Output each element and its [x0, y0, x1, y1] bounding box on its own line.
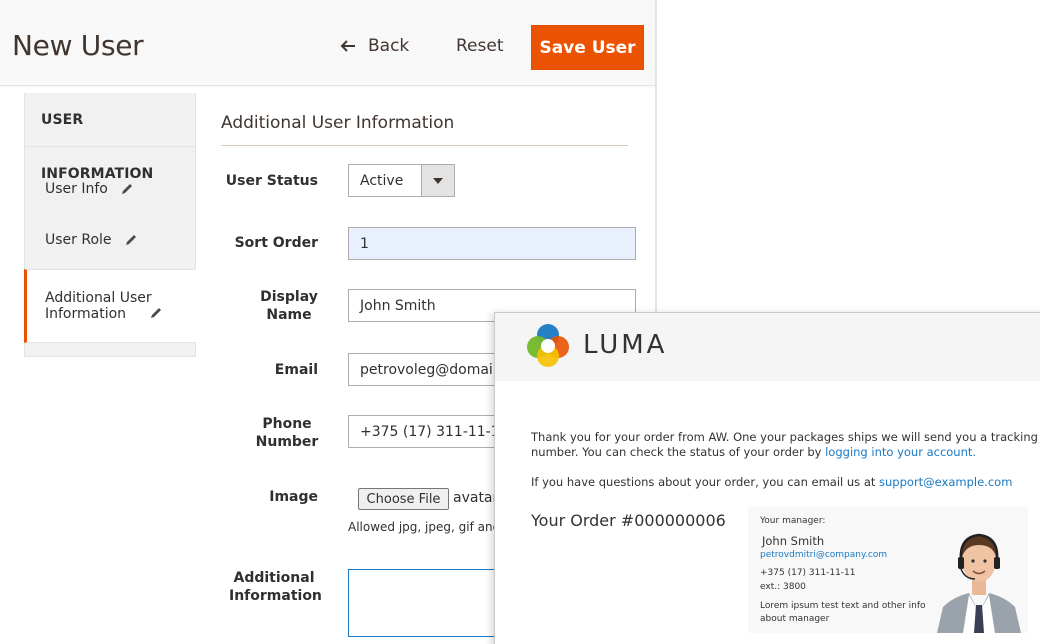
pencil-icon [121, 184, 132, 194]
sidebar-item-user-role[interactable]: User Role [25, 211, 195, 269]
sidebar-item-additional-user-information[interactable]: Additional User Information [24, 269, 196, 343]
pencil-icon [125, 235, 136, 245]
phone-number-label: Phone Number [178, 415, 319, 451]
sidebar-item-user-info[interactable]: User Info [25, 147, 195, 211]
manager-ext: ext.: 3800 [760, 582, 806, 592]
reset-button[interactable]: Reset [456, 36, 504, 56]
phone-number-label-text: Phone Number [255, 416, 319, 450]
section-divider [221, 145, 628, 146]
email-paragraph-2-text: If you have questions about your order, … [531, 475, 880, 489]
manager-note: Lorem ipsum test text and other info abo… [760, 601, 926, 624]
dropdown-arrow-icon[interactable] [421, 165, 454, 196]
manager-card: Your manager: John Smith petrovdmitri@co… [748, 507, 1028, 633]
email-label: Email [274, 362, 318, 378]
additional-information-label-text: Additional Information [229, 570, 322, 604]
email-header: LUMA [495, 313, 1040, 381]
manager-email-link[interactable]: petrovdmitri@company.com [760, 550, 887, 560]
email-preview: LUMA Thank you for your order from AW. O… [494, 312, 1040, 644]
manager-phone: +375 (17) 311-11-11 [760, 568, 856, 578]
choose-file-button[interactable]: Choose File [358, 488, 449, 510]
manager-label: Your manager: [760, 516, 826, 526]
sidebar-item-label: Additional User Information [45, 290, 152, 322]
luma-logo-icon [527, 324, 569, 367]
sort-order-input[interactable]: 1 [348, 227, 636, 260]
sidebar-title: USER INFORMATION [25, 93, 195, 182]
page-header: New User Back Reset Save User [0, 0, 655, 86]
additional-information-label: Additional Information [178, 569, 322, 605]
support-email-link[interactable]: support@example.com [879, 475, 1012, 489]
sidebar-item-label: User Role [45, 232, 112, 248]
back-button-label: Back [368, 36, 410, 56]
user-info-sidebar: USER INFORMATION User Info User Role Add… [24, 93, 196, 357]
display-name-label-text: Display Name [260, 289, 318, 323]
manager-photo [937, 533, 1021, 633]
section-title: Additional User Information [221, 113, 455, 133]
pencil-icon [151, 308, 161, 318]
user-status-label: User Status [225, 173, 318, 189]
sidebar-item-label: User Info [45, 181, 108, 197]
file-type-note: Allowed jpg, jpeg, gif and p [348, 520, 512, 534]
brand-name: LUMA [583, 330, 668, 360]
arrow-left-icon [340, 40, 355, 52]
save-user-button[interactable]: Save User [531, 25, 644, 70]
user-status-value: Active [360, 173, 404, 189]
display-name-label: Display Name [178, 288, 319, 324]
account-login-link[interactable]: logging into your account. [825, 445, 976, 459]
user-status-select[interactable]: Active [348, 164, 455, 197]
sort-order-label: Sort Order [234, 235, 318, 251]
image-label: Image [269, 489, 318, 505]
order-title: Your Order #000000006 [531, 511, 726, 530]
file-name: avatar [453, 490, 499, 506]
email-paragraph-2: If you have questions about your order, … [531, 475, 1040, 490]
back-button[interactable]: Back [340, 36, 409, 56]
email-paragraph-1: Thank you for your order from AW. One yo… [531, 430, 1040, 460]
page-title: New User [12, 29, 144, 62]
manager-name: John Smith [762, 534, 825, 548]
